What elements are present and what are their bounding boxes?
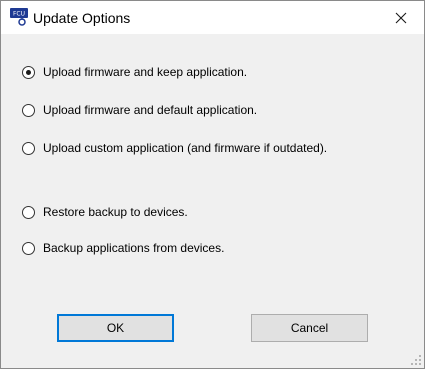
option-label: Upload firmware and keep application. xyxy=(43,65,248,79)
window-title: Update Options xyxy=(33,10,131,26)
radio-button[interactable] xyxy=(22,205,35,219)
resize-grip-icon[interactable] xyxy=(410,354,422,366)
option-label: Upload firmware and default application. xyxy=(43,103,258,117)
option-label: Restore backup to devices. xyxy=(43,205,188,219)
app-icon: FCU xyxy=(10,8,30,26)
ok-button[interactable]: OK xyxy=(57,314,174,342)
option-backup-applications[interactable]: Backup applications from devices. xyxy=(22,240,224,256)
title-bar: FCU Update Options xyxy=(1,1,424,34)
option-restore-backup[interactable]: Restore backup to devices. xyxy=(22,204,188,220)
cancel-button[interactable]: Cancel xyxy=(251,314,368,342)
option-label: Backup applications from devices. xyxy=(43,241,225,255)
update-options-dialog: FCU Update Options Upload firmware and k… xyxy=(0,0,425,369)
radio-button[interactable] xyxy=(22,65,35,79)
radio-button[interactable] xyxy=(22,241,35,255)
radio-button[interactable] xyxy=(22,103,35,117)
close-button[interactable] xyxy=(378,1,424,34)
option-label: Upload custom application (and firmware … xyxy=(43,141,328,155)
app-icon-text: FCU xyxy=(13,11,25,18)
radio-button[interactable] xyxy=(22,141,35,155)
option-keep-application[interactable]: Upload firmware and keep application. xyxy=(22,64,247,80)
close-icon xyxy=(395,12,407,23)
dialog-content: Upload firmware and keep application. Up… xyxy=(1,34,424,368)
option-default-application[interactable]: Upload firmware and default application. xyxy=(22,102,257,118)
option-custom-application[interactable]: Upload custom application (and firmware … xyxy=(22,140,327,156)
